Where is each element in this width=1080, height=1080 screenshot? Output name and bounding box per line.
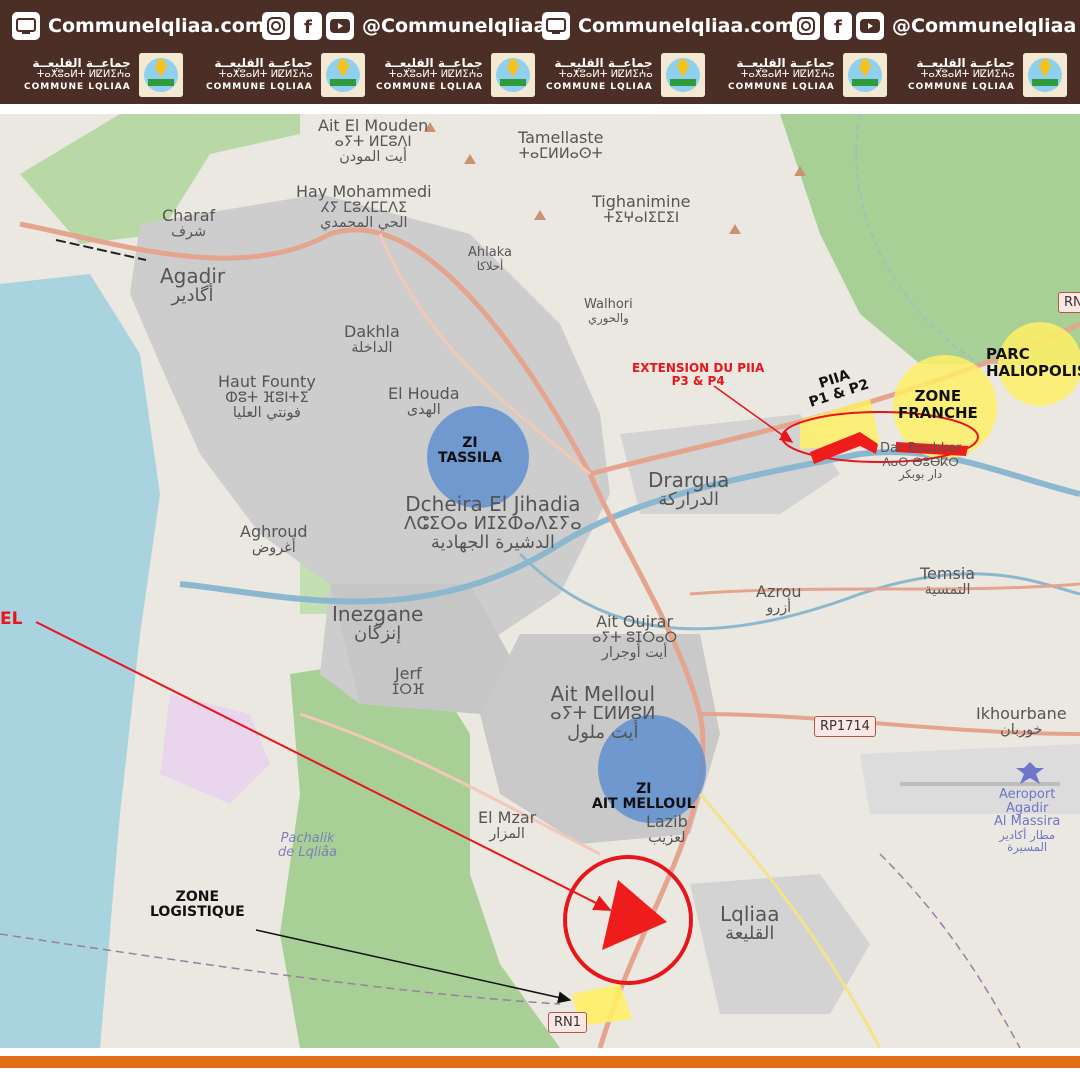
website-url[interactable]: Communelqliaa.com xyxy=(578,15,795,37)
commune-emblem-icon xyxy=(842,53,887,97)
place-haut-founty: Haut Founty ⵀⵓⵜ ⴼⵓⵏⵜⵉ فونتي العليا xyxy=(218,372,316,421)
footer-white-band xyxy=(0,1048,1080,1056)
website-group-1[interactable]: Communelqliaa.com xyxy=(12,8,265,44)
place-charaf: Charaf شرف xyxy=(162,206,216,240)
place-walhori: Walhori والحوري xyxy=(584,297,633,325)
header-separator xyxy=(0,104,1080,114)
website-icon xyxy=(12,12,40,40)
website-icon xyxy=(542,12,570,40)
logo-arabic: جماعــة القليعــة xyxy=(214,56,313,70)
label-left-edge: EL xyxy=(0,609,23,629)
website-url[interactable]: Communelqliaa.com xyxy=(48,15,265,37)
place-lazib: Lazib لعزيب xyxy=(646,812,688,846)
label-zi-ait-melloul: ZI AIT MELLOUL xyxy=(592,781,696,813)
place-ait-el-mouden: Ait El Mouden ⴰⵢⵜ ⵍⵎⵓⴷⵏ أيت المودن xyxy=(318,116,429,165)
logo-tifinagh: ⵜⴰⵅⵓⴰⵍⵜ ⵍⵇⵍⵉⵄⴰ xyxy=(218,69,313,80)
logo-tifinagh: ⵜⴰⵅⵓⴰⵍⵜ ⵍⵇⵍⵉⵄⴰ xyxy=(388,69,483,80)
social-handle[interactable]: @Communelqliaa xyxy=(892,15,1076,37)
commune-emblem-icon xyxy=(490,53,535,97)
logo-tifinagh: ⵜⴰⵅⵓⴰⵍⵜ ⵍⵇⵍⵉⵄⴰ xyxy=(558,69,653,80)
label-parc-haliopolis: PARC HALIOPOLIS xyxy=(986,345,1080,380)
youtube-icon[interactable] xyxy=(326,12,354,40)
place-pachalik: Pachalik de Lqliâa xyxy=(278,831,338,860)
logo-arabic: جماعــة القليعــة xyxy=(916,56,1015,70)
logo-latin: COMMUNE LQLIAA xyxy=(206,82,313,92)
place-dakhla: Dakhla الداخلة xyxy=(344,322,400,356)
logo-arabic: جماعــة القليعــة xyxy=(32,56,131,70)
social-group-1[interactable]: f @Communelqliaa xyxy=(262,8,546,44)
label-extension-piia: EXTENSION DU PIIA P3 & P4 xyxy=(632,361,765,389)
commune-logo: جماعــة القليعــة ⵜⴰⵅⵓⴰⵍⵜ ⵍⵇⵍⵉⵄⴰ COMMUNE L… xyxy=(908,52,1067,98)
logo-latin: COMMUNE LQLIAA xyxy=(24,82,131,92)
commune-logo: جماعــة القليعــة ⵜⴰⵅⵓⴰⵍⵜ ⵍⵇⵍⵉⵄⴰ COMMUNE L… xyxy=(24,52,183,98)
logo-tifinagh: ⵜⴰⵅⵓⴰⵍⵜ ⵍⵇⵍⵉⵄⴰ xyxy=(36,69,131,80)
commune-emblem-icon xyxy=(1022,53,1067,97)
commune-logo: جماعــة القليعــة ⵜⴰⵅⵓⴰⵍⵜ ⵍⵇⵍⵉⵄⴰ COMMUNE L… xyxy=(546,52,705,98)
place-jerf: Jerf ⵊⵔⴼ xyxy=(392,664,425,698)
place-agadir: Agadir أگادير xyxy=(160,264,226,306)
facebook-icon[interactable]: f xyxy=(294,12,322,40)
instagram-icon[interactable] xyxy=(262,12,290,40)
logo-tifinagh: ⵜⴰⵅⵓⴰⵍⵜ ⵍⵇⵍⵉⵄⴰ xyxy=(740,69,835,80)
commune-emblem-icon xyxy=(660,53,705,97)
map-view[interactable]: Ait El Mouden ⴰⵢⵜ ⵍⵎⵓⴷⵏ أيت المودن Tamella… xyxy=(0,114,1080,1048)
place-aghroud: Aghroud أغروض xyxy=(240,522,308,556)
footer-bottom-band xyxy=(0,1068,1080,1080)
svg-text:f: f xyxy=(834,17,842,36)
commune-logo: جماعــة القليعــة ⵜⴰⵅⵓⴰⵍⵜ ⵍⵇⵍⵉⵄⴰ COMMUNE L… xyxy=(728,52,887,98)
logo-latin: COMMUNE LQLIAA xyxy=(546,82,653,92)
place-tamellaste: Tamellaste ⵜⴰⵎⵍⵍⴰⵙⵜ xyxy=(518,128,604,162)
place-ikhourbane: Ikhourbane خوربان xyxy=(976,704,1067,738)
logo-latin: COMMUNE LQLIAA xyxy=(728,82,835,92)
place-el-mzar: El Mzar المزار xyxy=(478,808,537,842)
place-aeroport: Aeroport Agadir Al Massira مطار أكادير المسي… xyxy=(994,787,1061,855)
place-el-houda: El Houda الهدى xyxy=(388,384,460,418)
label-zone-logistique: ZONE LOGISTIQUE xyxy=(150,889,245,921)
place-dcheira: Dcheira El Jihadia ⴷⵛⵉⵔⴰ ⵍⵊⵉⵀⴰⴷⵉⵢⴰ الدشيرة… xyxy=(404,492,582,553)
social-handle[interactable]: @Communelqliaa xyxy=(362,15,546,37)
commune-logo: جماعــة القليعــة ⵜⴰⵅⵓⴰⵍⵜ ⵍⵇⵍⵉⵄⴰ COMMUNE L… xyxy=(376,52,535,98)
brand-header: Communelqliaa.com f @Communelqliaa Commu… xyxy=(0,0,1080,104)
place-inezgane: Inezgane إنزگان xyxy=(332,602,424,644)
logo-latin: COMMUNE LQLIAA xyxy=(376,82,483,92)
facebook-icon[interactable]: f xyxy=(824,12,852,40)
svg-text:f: f xyxy=(304,17,312,36)
logo-arabic: جماعــة القليعــة xyxy=(384,56,483,70)
commune-emblem-icon xyxy=(320,53,365,97)
logo-tifinagh: ⵜⴰⵅⵓⴰⵍⵜ ⵍⵇⵍⵉⵄⴰ xyxy=(920,69,1015,80)
logo-arabic: جماعــة القليعــة xyxy=(554,56,653,70)
social-group-2[interactable]: f @Communelqliaa xyxy=(792,8,1076,44)
place-hay-mohammedi: Hay Mohammedi ⵃⵢ ⵎⵓⵃⵎⵎⴷⵉ الحي المحمدي xyxy=(296,182,432,231)
place-ait-melloul: Ait Melloul ⴰⵢⵜ ⵎⵍⵍⵓⵍ أيت ملول xyxy=(550,682,656,743)
place-drargua: Drargua الدراركة xyxy=(648,468,730,510)
place-tighanimine: Tighanimine ⵜⵉⵖⴰⵏⵉⵎⵉⵏ xyxy=(592,192,691,226)
label-zi-tassila: ZI TASSILA xyxy=(438,435,502,467)
place-temsia: Temsia التمسية xyxy=(920,564,976,598)
website-group-2[interactable]: Communelqliaa.com xyxy=(542,8,795,44)
road-badge-rn1: RN1 xyxy=(548,1012,588,1033)
road-badge-rp1714: RP1714 xyxy=(814,716,876,737)
logo-arabic: جماعــة القليعــة xyxy=(736,56,835,70)
footer-orange-band xyxy=(0,1056,1080,1068)
place-ahlaka: Ahlaka أحلاكا xyxy=(468,245,512,273)
logo-latin: COMMUNE LQLIAA xyxy=(908,82,1015,92)
commune-logo: جماعــة القليعــة ⵜⴰⵅⵓⴰⵍⵜ ⵍⵇⵍⵉⵄⴰ COMMUNE L… xyxy=(206,52,365,98)
place-dar-boubker: Dar Boubker ⴷⴰⵔ ⴱⵓⴱⴽⵔ دار بوبكر xyxy=(880,441,962,481)
youtube-icon[interactable] xyxy=(856,12,884,40)
place-azrou: Azrou أزرو xyxy=(756,582,802,616)
road-badge-rn: RN xyxy=(1058,292,1080,313)
instagram-icon[interactable] xyxy=(792,12,820,40)
place-lqliaa: Lqliaa القليعة xyxy=(720,902,780,944)
commune-emblem-icon xyxy=(138,53,183,97)
place-ait-oujrar: Ait Oujrar ⴰⵢⵜ ⵓⵊⵔⴰⵔ أيت أوجرار xyxy=(592,612,678,661)
label-zone-franche: ZONE FRANCHE xyxy=(898,387,978,422)
